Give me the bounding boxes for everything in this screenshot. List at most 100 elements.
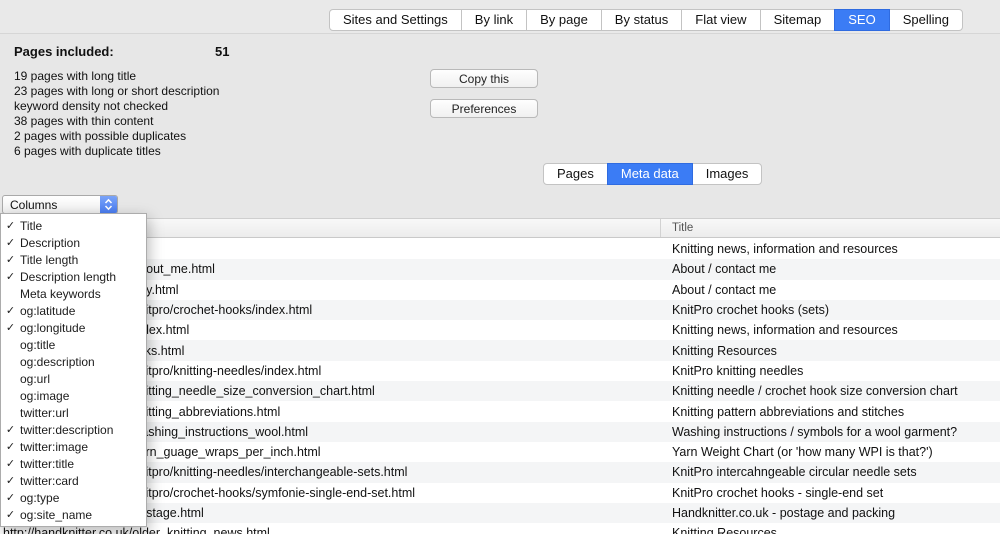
- top-tab[interactable]: Sitemap: [760, 9, 836, 31]
- columns-menu-item[interactable]: og:latitude: [1, 302, 146, 319]
- title-cell: Yarn Weight Chart (or 'how many WPI is t…: [661, 445, 1000, 459]
- title-cell: Knitting news, information and resources: [661, 242, 1000, 256]
- columns-dropdown-label: Columns: [3, 198, 100, 212]
- columns-menu-item-label: og:type: [20, 491, 59, 505]
- summary-stat-line: keyword density not checked: [14, 99, 219, 114]
- checkmark-icon: [1, 304, 20, 317]
- columns-menu-item-label: Title: [20, 219, 42, 233]
- title-cell: Knitting Resources: [661, 526, 1000, 534]
- summary-stats: 19 pages with long title 23 pages with l…: [14, 69, 219, 159]
- columns-menu-item[interactable]: Description length: [1, 268, 146, 285]
- table-row[interactable]: http://handknitter.co.uk/knitting_abbrev…: [0, 401, 1000, 421]
- columns-menu-item[interactable]: Title: [1, 217, 146, 234]
- columns-menu-item[interactable]: twitter:card: [1, 472, 146, 489]
- table-row[interactable]: http://handknitter.co.uk/knitpro/knittin…: [0, 361, 1000, 381]
- pages-included-count: 51: [215, 44, 229, 59]
- columns-menu-item[interactable]: Meta keywords: [1, 285, 146, 302]
- table-row[interactable]: http://handknitter.co.uk/knitpro/crochet…: [0, 300, 1000, 320]
- table-body: http://handknitter.co.uk Knitting news, …: [0, 239, 1000, 534]
- checkmark-icon: [1, 457, 20, 470]
- table-row[interactable]: http://handknitter.co.uk/about_me.html A…: [0, 259, 1000, 279]
- columns-menu-item-label: og:image: [20, 389, 69, 403]
- top-tab[interactable]: Sites and Settings: [329, 9, 462, 31]
- title-cell: Washing instructions / symbols for a woo…: [661, 425, 1000, 439]
- title-cell: Knitting news, information and resources: [661, 323, 1000, 337]
- summary-stat-line: 2 pages with possible duplicates: [14, 129, 219, 144]
- checkmark-icon: [1, 474, 20, 487]
- columns-menu-item[interactable]: twitter:url: [1, 404, 146, 421]
- table-row[interactable]: http://handknitter.co.uk/older_knitting_…: [0, 523, 1000, 534]
- pages-included: Pages included: 51: [14, 44, 314, 59]
- title-cell: Knitting pattern abbreviations and stitc…: [661, 405, 1000, 419]
- meta-data-table: Title http://handknitter.co.uk Knitting …: [0, 218, 1000, 534]
- columns-dropdown-button[interactable]: Columns: [2, 195, 118, 214]
- columns-menu-item[interactable]: twitter:image: [1, 438, 146, 455]
- checkmark-icon: [1, 321, 20, 334]
- table-row[interactable]: http://handknitter.co.uk/washing_instruc…: [0, 422, 1000, 442]
- top-tab[interactable]: By status: [601, 9, 682, 31]
- table-row[interactable]: http://handknitter.co.uk/yarn_guage_wrap…: [0, 442, 1000, 462]
- table-row[interactable]: http://handknitter.co.uk/postage.html Ha…: [0, 503, 1000, 523]
- title-cell: KnitPro knitting needles: [661, 364, 1000, 378]
- columns-menu-item-label: Meta keywords: [20, 287, 101, 301]
- title-column-header[interactable]: Title: [661, 219, 1000, 237]
- columns-menu-item[interactable]: og:longitude: [1, 319, 146, 336]
- view-tab[interactable]: Meta data: [607, 163, 693, 185]
- table-row[interactable]: http://handknitter.co.uk/links.html Knit…: [0, 340, 1000, 360]
- summary-stat-line: 23 pages with long or short description: [14, 84, 219, 99]
- columns-menu-item-label: og:description: [20, 355, 95, 369]
- columns-menu-item-label: Title length: [20, 253, 78, 267]
- checkmark-icon: [1, 423, 20, 436]
- top-tab[interactable]: By page: [526, 9, 602, 31]
- toolbar: Sites and Settings By link By page By st…: [0, 0, 1000, 34]
- url-cell: http://handknitter.co.uk/older_knitting_…: [0, 526, 661, 534]
- columns-menu-item-label: Description length: [20, 270, 116, 284]
- table-row[interactable]: http://handknitter.co.uk/knitpro/crochet…: [0, 483, 1000, 503]
- columns-menu-item[interactable]: og:site_name: [1, 506, 146, 523]
- pages-included-label: Pages included:: [14, 44, 114, 59]
- columns-menu-item-label: og:title: [20, 338, 55, 352]
- title-cell: KnitPro crochet hooks - single-end set: [661, 486, 1000, 500]
- checkmark-icon: [1, 253, 20, 266]
- title-cell: About / contact me: [661, 262, 1000, 276]
- columns-menu-item-label: twitter:description: [20, 423, 113, 437]
- columns-menu-item[interactable]: og:url: [1, 370, 146, 387]
- columns-menu-item[interactable]: twitter:title: [1, 455, 146, 472]
- top-tab[interactable]: Flat view: [681, 9, 760, 31]
- columns-menu-item[interactable]: og:type: [1, 489, 146, 506]
- app-window: Sites and Settings By link By page By st…: [0, 0, 1000, 534]
- columns-menu-item[interactable]: og:image: [1, 387, 146, 404]
- columns-menu-item[interactable]: Title length: [1, 251, 146, 268]
- columns-menu: Title Description Title length Descripti…: [0, 213, 147, 527]
- columns-menu-item[interactable]: twitter:description: [1, 421, 146, 438]
- top-tab[interactable]: By link: [461, 9, 527, 31]
- preferences-button[interactable]: Preferences: [430, 99, 538, 118]
- columns-menu-item-label: Description: [20, 236, 80, 250]
- columns-menu-item-label: twitter:url: [20, 406, 69, 420]
- view-tab[interactable]: Pages: [543, 163, 608, 185]
- columns-menu-item-label: og:url: [20, 372, 50, 386]
- summary-stat-line: 6 pages with duplicate titles: [14, 144, 219, 159]
- copy-this-button[interactable]: Copy this: [430, 69, 538, 88]
- checkmark-icon: [1, 270, 20, 283]
- chevron-up-down-icon: [100, 196, 117, 213]
- columns-menu-item[interactable]: og:title: [1, 336, 146, 353]
- checkmark-icon: [1, 219, 20, 232]
- columns-menu-item-label: twitter:image: [20, 440, 88, 454]
- title-cell: Handknitter.co.uk - postage and packing: [661, 506, 1000, 520]
- table-row[interactable]: http://handknitter.co.uk/index.html Knit…: [0, 320, 1000, 340]
- title-cell: Knitting needle / crochet hook size conv…: [661, 384, 1000, 398]
- checkmark-icon: [1, 491, 20, 504]
- view-tab-bar: Pages Meta data Images: [543, 163, 762, 185]
- table-row[interactable]: http://handknitter.co.uk Knitting news, …: [0, 239, 1000, 259]
- top-tab[interactable]: Spelling: [889, 9, 963, 31]
- columns-menu-item[interactable]: og:description: [1, 353, 146, 370]
- view-tab[interactable]: Images: [692, 163, 763, 185]
- top-tab-bar: Sites and Settings By link By page By st…: [329, 9, 963, 31]
- checkmark-icon: [1, 508, 20, 521]
- table-row[interactable]: http://handknitter.co.uk/buy.html About …: [0, 280, 1000, 300]
- table-row[interactable]: http://handknitter.co.uk/knitting_needle…: [0, 381, 1000, 401]
- top-tab[interactable]: SEO: [834, 9, 889, 31]
- columns-menu-item[interactable]: Description: [1, 234, 146, 251]
- table-row[interactable]: http://handknitter.co.uk/knitpro/knittin…: [0, 462, 1000, 482]
